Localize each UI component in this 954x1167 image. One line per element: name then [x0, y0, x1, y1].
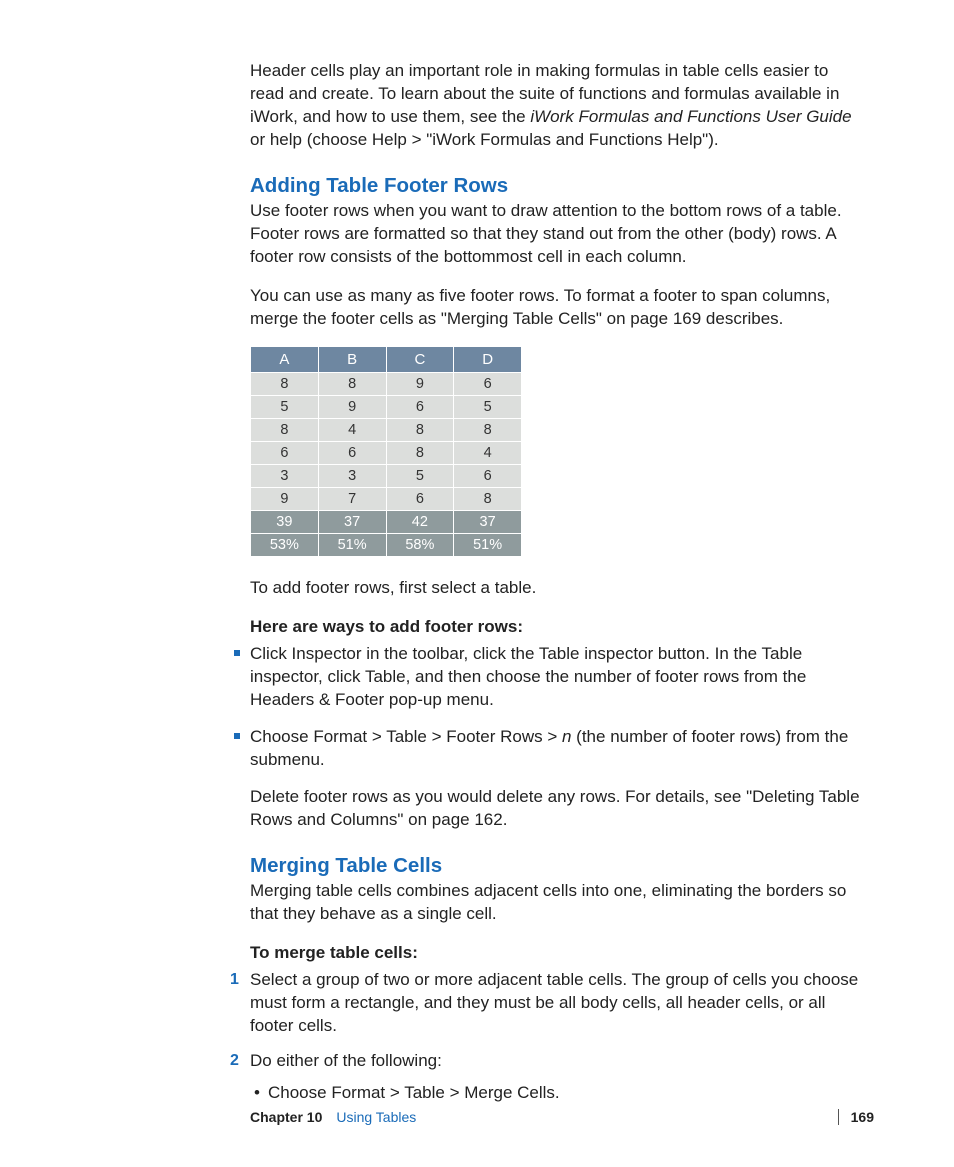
table-footer-cell: 51%: [318, 534, 386, 557]
page-footer: Chapter 10 Using Tables 169: [250, 1109, 874, 1125]
merge-steps-list: 1 Select a group of two or more adjacent…: [250, 969, 864, 1106]
table-header-cell: B: [318, 347, 386, 373]
intro-paragraph: Header cells play an important role in m…: [250, 60, 864, 152]
table-header-cell: C: [386, 347, 454, 373]
table-cell: 3: [318, 465, 386, 488]
table-cell: 8: [454, 488, 522, 511]
heading-adding-footer-rows: Adding Table Footer Rows: [250, 174, 864, 198]
list-item: Choose Format > Table > Footer Rows > n …: [234, 726, 864, 772]
intro-post: or help (choose Help > "iWork Formulas a…: [250, 130, 719, 149]
delete-footer-para: Delete footer rows as you would delete a…: [250, 786, 864, 832]
heading-merging-cells: Merging Table Cells: [250, 854, 864, 878]
table-cell: 9: [251, 488, 319, 511]
table-cell: 6: [318, 442, 386, 465]
list-item: Click Inspector in the toolbar, click th…: [234, 643, 864, 712]
merge-substeps: Choose Format > Table > Merge Cells.: [250, 1082, 864, 1105]
example-table-body: 8896596584886684335697683937423753%51%58…: [251, 373, 522, 557]
ways-heading: Here are ways to add footer rows:: [250, 616, 864, 639]
substep-1: Choose Format > Table > Merge Cells.: [268, 1082, 864, 1105]
bullet-2-pre: Choose Format > Table > Footer Rows >: [250, 727, 562, 746]
table-cell: 8: [251, 419, 319, 442]
step-number-1: 1: [230, 969, 239, 991]
example-table-head: ABCD: [251, 347, 522, 373]
page-number: 169: [851, 1109, 874, 1125]
table-cell: 8: [251, 373, 319, 396]
table-header-cell: D: [454, 347, 522, 373]
example-table: ABCD 8896596584886684335697683937423753%…: [250, 346, 522, 557]
table-cell: 9: [386, 373, 454, 396]
table-row: 3356: [251, 465, 522, 488]
table-cell: 5: [386, 465, 454, 488]
table-cell: 5: [454, 396, 522, 419]
table-cell: 5: [251, 396, 319, 419]
table-cell: 4: [318, 419, 386, 442]
table-row: 9768: [251, 488, 522, 511]
table-row: 6684: [251, 442, 522, 465]
intro-italic-ref: iWork Formulas and Functions User Guide: [530, 107, 851, 126]
table-header-cell: A: [251, 347, 319, 373]
table-cell: 6: [454, 465, 522, 488]
document-page: Header cells play an important role in m…: [0, 0, 954, 1167]
footer-divider: [838, 1109, 839, 1125]
table-row: 8488: [251, 419, 522, 442]
table-cell: 4: [454, 442, 522, 465]
table-cell: 7: [318, 488, 386, 511]
table-cell: 8: [454, 419, 522, 442]
table-footer-cell: 37: [454, 511, 522, 534]
table-cell: 6: [251, 442, 319, 465]
table-cell: 8: [386, 442, 454, 465]
table-footer-cell: 37: [318, 511, 386, 534]
section1-p1: Use footer rows when you want to draw at…: [250, 200, 864, 269]
merge-steps-heading: To merge table cells:: [250, 942, 864, 965]
section2-p1: Merging table cells combines adjacent ce…: [250, 880, 864, 926]
chapter-label: Chapter 10: [250, 1109, 322, 1125]
table-footer-row: 53%51%58%51%: [251, 534, 522, 557]
table-cell: 6: [386, 488, 454, 511]
table-cell: 8: [318, 373, 386, 396]
table-footer-cell: 42: [386, 511, 454, 534]
table-footer-cell: 58%: [386, 534, 454, 557]
table-footer-cell: 53%: [251, 534, 319, 557]
step-1-text: Select a group of two or more adjacent t…: [250, 970, 858, 1035]
table-cell: 3: [251, 465, 319, 488]
list-item: 2 Do either of the following: Choose For…: [230, 1050, 864, 1106]
chapter-title: Using Tables: [336, 1109, 825, 1125]
section1-p2: You can use as many as five footer rows.…: [250, 285, 864, 331]
bullet-1-text: Click Inspector in the toolbar, click th…: [250, 644, 806, 709]
table-cell: 9: [318, 396, 386, 419]
table-footer-cell: 51%: [454, 534, 522, 557]
list-item: 1 Select a group of two or more adjacent…: [230, 969, 864, 1038]
table-cell: 6: [386, 396, 454, 419]
step-number-2: 2: [230, 1050, 239, 1072]
footer-rows-bullet-list: Click Inspector in the toolbar, click th…: [250, 643, 864, 772]
table-cell: 8: [386, 419, 454, 442]
after-table-paragraph: To add footer rows, first select a table…: [250, 577, 864, 600]
step-2-text: Do either of the following:: [250, 1051, 442, 1070]
table-row: 8896: [251, 373, 522, 396]
table-footer-cell: 39: [251, 511, 319, 534]
table-footer-row: 39374237: [251, 511, 522, 534]
table-cell: 6: [454, 373, 522, 396]
table-row: 5965: [251, 396, 522, 419]
